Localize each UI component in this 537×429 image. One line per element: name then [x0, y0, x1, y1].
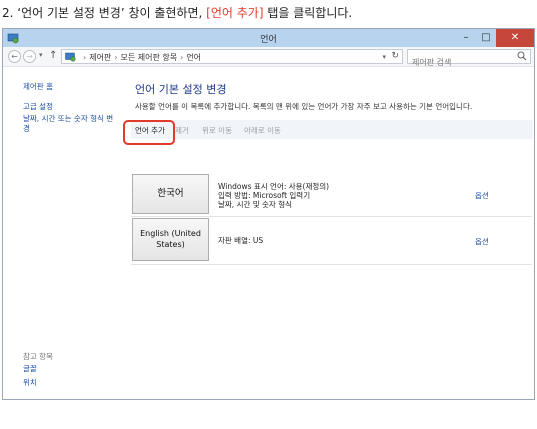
- address-dropdown[interactable]: ▾: [382, 53, 386, 61]
- instruction-prefix: 2. ‘언어 기본 설정 변경’ 창이 출현하면,: [2, 6, 207, 20]
- instruction-highlight: [언어 추가]: [206, 6, 264, 20]
- breadcrumb-separator: ›: [114, 53, 118, 62]
- language-window: 언어 – □ ✕ ← → ▾ ↑ › 제어판 › 모든 제어판 항목 › 언어 ▾ ↻: [2, 28, 535, 400]
- up-arrow-icon[interactable]: ↑: [49, 50, 57, 61]
- sidebar-item-advanced-settings[interactable]: 고급 설정: [23, 102, 53, 112]
- language-divider: [131, 216, 532, 217]
- breadcrumb-separator: ›: [83, 53, 87, 62]
- language-info-korean: Windows 표시 언어: 사용(재정의) 입력 방법: Microsoft …: [218, 182, 329, 209]
- instruction-suffix: 탭을 클릭합니다.: [263, 6, 353, 20]
- address-bar[interactable]: › 제어판 › 모든 제어판 항목 › 언어 ▾ ↻: [61, 49, 403, 64]
- korean-info-line: 입력 방법: Microsoft 입력기: [218, 191, 311, 200]
- move-up-tab[interactable]: 위로 이동: [202, 125, 232, 136]
- minimize-button[interactable]: –: [456, 29, 476, 47]
- instruction-text: 2. ‘언어 기본 설정 변경’ 창이 출현하면, [언어 추가] 탭을 클릭합…: [2, 4, 352, 21]
- window-title: 언어: [260, 35, 277, 45]
- korean-info-line: Windows 표시 언어: 사용(재정의): [218, 182, 330, 191]
- breadcrumb-all-items[interactable]: 모든 제어판 항목: [121, 53, 178, 62]
- maximize-button[interactable]: □: [476, 29, 496, 47]
- close-button[interactable]: ✕: [496, 29, 534, 47]
- language-toolbar: 언어 추가 제거 위로 이동 아래로 이동: [131, 120, 533, 139]
- language-divider: [131, 264, 532, 265]
- korean-options-link[interactable]: 옵션: [475, 190, 489, 201]
- page-title: 언어 기본 설정 변경: [135, 83, 227, 96]
- korean-info-line: 날짜, 시간 및 숫자 형식: [218, 200, 293, 209]
- back-arrow-icon[interactable]: ←: [8, 50, 21, 63]
- page-description: 사용할 언어를 이 목록에 추가합니다. 목록의 맨 위에 있는 언어가 가장 …: [135, 102, 473, 111]
- move-down-tab[interactable]: 아래로 이동: [244, 125, 281, 136]
- breadcrumb-separator: ›: [180, 53, 184, 62]
- search-icon: [517, 51, 527, 61]
- sidebar: 제어판 홈 고급 설정 날짜, 시간 또는 숫자 형식 변경 참고 항목 글꼴 …: [3, 68, 121, 400]
- sidebar-item-location[interactable]: 위치: [23, 378, 37, 388]
- language-item-english[interactable]: English (United States): [132, 218, 209, 261]
- search-box[interactable]: [407, 49, 531, 69]
- control-panel-icon: [65, 52, 76, 62]
- english-options-link[interactable]: 옵션: [475, 236, 489, 247]
- language-item-korean[interactable]: 한국어: [132, 174, 209, 214]
- sidebar-item-fonts[interactable]: 글꼴: [23, 364, 37, 374]
- sidebar-item-datetime-format[interactable]: 날짜, 시간 또는 숫자 형식 변경: [23, 114, 119, 134]
- breadcrumb: › 제어판 › 모든 제어판 항목 › 언어: [80, 52, 201, 63]
- main-content: 언어 기본 설정 변경 사용할 언어를 이 목록에 추가합니다. 목록의 맨 위…: [121, 68, 535, 400]
- title-bar: 언어 – □ ✕: [3, 29, 534, 47]
- recent-locations-dropdown[interactable]: ▾: [39, 51, 43, 59]
- see-also-heading: 참고 항목: [23, 352, 53, 361]
- language-info-english: 자판 배열: US: [218, 236, 263, 245]
- refresh-icon[interactable]: ↻: [391, 51, 399, 61]
- remove-language-tab[interactable]: 제거: [175, 125, 189, 136]
- breadcrumb-control-panel[interactable]: 제어판: [89, 53, 111, 62]
- forward-arrow-icon[interactable]: →: [23, 50, 36, 63]
- breadcrumb-language[interactable]: 언어: [186, 53, 201, 62]
- address-row: ← → ▾ ↑ › 제어판 › 모든 제어판 항목 › 언어 ▾ ↻: [3, 47, 534, 69]
- sidebar-item-home[interactable]: 제어판 홈: [23, 82, 53, 92]
- highlight-annotation-box: [123, 120, 175, 145]
- english-info-line: 자판 배열: US: [218, 236, 264, 245]
